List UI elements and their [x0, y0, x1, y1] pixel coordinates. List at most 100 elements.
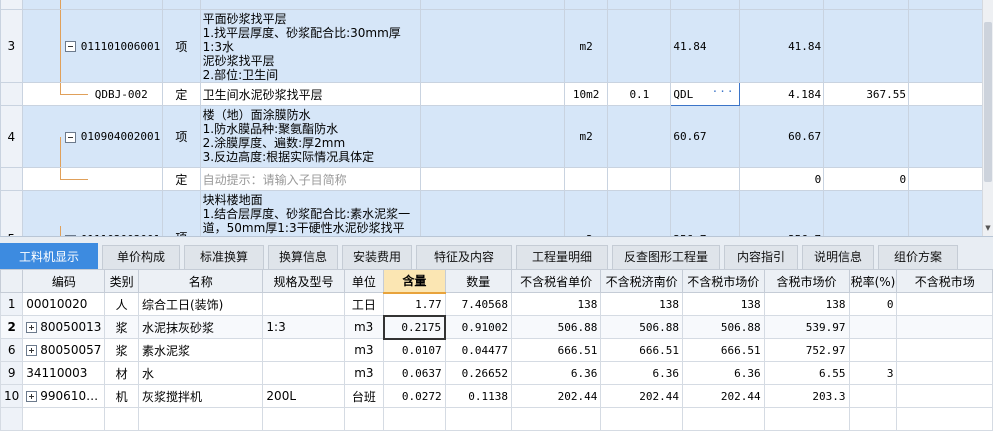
expand-icon[interactable]: [26, 322, 38, 333]
table-row[interactable]: 6 80050057 浆 素水泥浆 m3 0.0107 0.04477 666.…: [0, 338, 993, 362]
row-spec[interactable]: [419, 82, 565, 106]
row-unit[interactable]: m2: [563, 9, 609, 83]
row-unit[interactable]: 工日: [343, 292, 385, 316]
expand-icon[interactable]: [26, 391, 38, 402]
tab-pricing-scheme[interactable]: 组价方案: [878, 245, 958, 270]
row-code-cell[interactable]: QDBJ-002: [21, 82, 164, 106]
row-name[interactable]: 灰浆搅拌机: [137, 384, 264, 408]
row-name[interactable]: 块料楼地面 1.结合层厚度、砂浆配合比:素水泥浆一 道，50mm厚1:3干硬性水…: [199, 190, 421, 236]
row-code-cell[interactable]: 80050057: [22, 338, 106, 362]
row-unit[interactable]: m2: [563, 190, 609, 236]
row-market-price-tax[interactable]: 752.97: [763, 338, 850, 362]
row-unit[interactable]: m3: [343, 338, 385, 362]
row-quantity[interactable]: 7.40568: [444, 292, 513, 316]
tab-reverse-graphic-quantity[interactable]: 反查图形工程量: [612, 245, 720, 270]
row-name[interactable]: 水泥抹灰砂浆: [137, 315, 264, 339]
col-header-unit[interactable]: 单位: [343, 269, 385, 293]
col-header-spec[interactable]: 规格及型号: [262, 269, 345, 293]
row-content[interactable]: 0.0107: [383, 338, 446, 362]
col-header-code[interactable]: 编码: [22, 269, 106, 293]
table-row[interactable]: 3 011101006001 项 平面砂浆找平层 1.找平层厚度、砂浆配合比:3…: [0, 9, 993, 83]
row-market-price-tax[interactable]: 138: [763, 292, 850, 316]
row-tax-rate[interactable]: [848, 315, 898, 339]
row-content[interactable]: [607, 105, 672, 168]
row-market-price[interactable]: 506.88: [681, 315, 765, 339]
row-spec[interactable]: [419, 190, 565, 236]
row-spec[interactable]: [262, 361, 345, 385]
scrollbar-thumb[interactable]: [984, 22, 992, 182]
row-name[interactable]: 楼（地）面涂膜防水 1.防水膜品种:聚氨酯防水 2.涂膜厚度、遍数:厚2mm 3…: [199, 105, 421, 168]
row-quantity[interactable]: 0.1138: [444, 384, 513, 408]
table-row[interactable]: 4 010904002001 项 楼（地）面涂膜防水 1.防水膜品种:聚氨酯防水…: [0, 105, 993, 168]
row-unit[interactable]: m3: [343, 315, 385, 339]
row-content[interactable]: 0.1: [607, 82, 672, 106]
tab-content-guide[interactable]: 内容指引: [724, 245, 798, 270]
row-content-selected[interactable]: 0.2175: [382, 314, 447, 340]
tab-description[interactable]: 说明信息: [802, 245, 874, 270]
row-spec[interactable]: [419, 167, 565, 191]
row-name[interactable]: 卫生间水泥砂浆找平层: [199, 82, 421, 106]
row-spec[interactable]: 1:3: [262, 315, 345, 339]
table-row[interactable]: [0, 0, 993, 10]
table-row[interactable]: 10 990610… 机 灰浆搅拌机 200L 台班 0.0272 0.1138…: [0, 384, 993, 408]
row-market-price[interactable]: 202.44: [681, 384, 765, 408]
resource-grid[interactable]: 编码 类别 名称 规格及型号 单位 含量 数量 不含税省单价 不含税济南价 不含…: [0, 269, 993, 435]
row-code-cell[interactable]: 010904002001: [21, 105, 164, 168]
tab-features-content[interactable]: 特征及内容: [416, 245, 512, 270]
tab-standard-conversion[interactable]: 标准换算: [184, 245, 264, 270]
table-row[interactable]: 5 011102003001 项 块料楼地面 1.结合层厚度、砂浆配合比:素水泥…: [0, 190, 993, 236]
row-qty-expr[interactable]: [670, 167, 740, 191]
row-category[interactable]: 机: [104, 384, 139, 408]
col-header-content[interactable]: 含量: [383, 269, 446, 294]
row-tax-rate[interactable]: 0: [848, 292, 898, 316]
more-icon[interactable]: ···: [712, 85, 735, 98]
col-header-market-price[interactable]: 不含税市场价: [681, 269, 765, 293]
scroll-down-icon[interactable]: ▼: [984, 224, 992, 234]
row-content[interactable]: 0.0272: [383, 384, 446, 408]
bill-items-grid[interactable]: 3 011101006001 项 平面砂浆找平层 1.找平层厚度、砂浆配合比:3…: [0, 0, 993, 236]
row-code-cell[interactable]: [21, 0, 164, 10]
row-spec[interactable]: [419, 105, 565, 168]
row-market-price[interactable]: 666.51: [681, 338, 765, 362]
row-category[interactable]: 浆: [104, 315, 139, 339]
row-category[interactable]: 人: [104, 292, 139, 316]
row-name[interactable]: 水: [137, 361, 264, 385]
tab-labor-material-machine[interactable]: 工料机显示: [0, 243, 98, 270]
row-code[interactable]: 34110003: [22, 361, 106, 385]
table-row[interactable]: 2 80050013 浆 水泥抹灰砂浆 1:3 m3 0.2175 0.9100…: [0, 314, 993, 340]
row-spec[interactable]: [419, 9, 565, 83]
col-header-name[interactable]: 名称: [137, 269, 264, 293]
row-content[interactable]: [607, 9, 672, 83]
row-name[interactable]: 素水泥浆: [137, 338, 264, 362]
row-qty-expr[interactable]: 41.84: [670, 9, 740, 83]
vertical-scrollbar[interactable]: ▼: [982, 0, 993, 236]
row-quantity[interactable]: 0.91002: [444, 315, 513, 339]
row-content[interactable]: [607, 167, 672, 191]
row-market-price[interactable]: 138: [681, 292, 765, 316]
row-quantity[interactable]: 0.04477: [444, 338, 513, 362]
row-code-cell[interactable]: 011101006001: [21, 9, 164, 83]
row-qty-expr[interactable]: 256.7: [670, 190, 740, 236]
row-tax-rate[interactable]: [848, 384, 898, 408]
row-spec[interactable]: [262, 338, 345, 362]
row-unit[interactable]: 10m2: [563, 82, 609, 106]
row-unit[interactable]: m3: [343, 361, 385, 385]
row-category[interactable]: 浆: [104, 338, 139, 362]
row-name[interactable]: 综合工日(装饰): [137, 292, 264, 316]
col-header-market-total[interactable]: 不含税市场: [896, 269, 993, 293]
row-unit[interactable]: m2: [563, 105, 609, 168]
row-market-price[interactable]: 6.36: [681, 361, 765, 385]
row-quantity[interactable]: 0.26652: [444, 361, 513, 385]
col-header-quantity[interactable]: 数量: [444, 269, 513, 293]
row-market-price-tax[interactable]: 203.3: [763, 384, 850, 408]
tab-install-fee[interactable]: 安装费用: [342, 245, 412, 270]
row-market-price-tax[interactable]: 6.55: [763, 361, 850, 385]
row-category[interactable]: 材: [104, 361, 139, 385]
row-spec[interactable]: 200L: [262, 384, 345, 408]
row-content[interactable]: 1.77: [383, 292, 446, 316]
col-header-market-price-tax[interactable]: 含税市场价: [763, 269, 850, 293]
tab-conversion-info[interactable]: 换算信息: [268, 245, 338, 270]
tab-price-composition[interactable]: 单价构成: [102, 245, 180, 270]
col-header-tax-rate[interactable]: 税率(%): [848, 269, 898, 293]
table-row[interactable]: 9 34110003 材 水 m3 0.0637 0.26652 6.36 6.…: [0, 361, 993, 385]
